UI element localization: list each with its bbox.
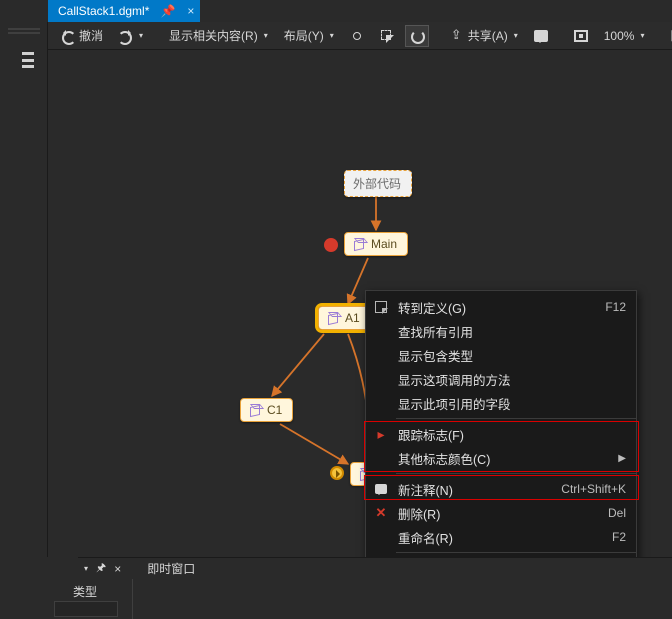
fit-icon: [574, 30, 588, 42]
zoom-value: 100%: [604, 29, 635, 43]
ctx-label: 显示包含类型: [398, 346, 626, 365]
submenu-arrow-icon: ▶: [618, 453, 626, 464]
node-main[interactable]: Main: [344, 232, 408, 256]
bottom-left-label: 类型: [60, 583, 110, 600]
current-frame-icon[interactable]: [330, 466, 344, 480]
selection-icon: [380, 29, 394, 43]
undo-label: 撤消: [79, 27, 103, 44]
chevron-down-icon: ▾: [640, 31, 644, 40]
undo-button[interactable]: 撤消: [56, 25, 108, 47]
chevron-down-icon[interactable]: ▾: [84, 564, 88, 573]
new-comment-button[interactable]: [529, 25, 553, 47]
ctx-label: 删除(R): [398, 504, 608, 523]
pin-icon[interactable]: 🖈: [96, 559, 106, 578]
toolbar-grip-icon: [8, 28, 40, 40]
close-icon[interactable]: ×: [187, 4, 194, 18]
bottom-search-slot[interactable]: [54, 601, 118, 617]
document-tab-title: CallStack1.dgml*: [58, 4, 149, 18]
chevron-down-icon: ▾: [514, 31, 518, 40]
selection-button[interactable]: [375, 25, 399, 47]
cube-icon: [249, 404, 261, 416]
node-a1[interactable]: A1: [318, 306, 371, 330]
chevron-down-icon: ▾: [264, 31, 268, 40]
ctx-label: 新注释(N): [398, 480, 561, 499]
ctx-label: 查找所有引用: [398, 322, 626, 341]
flag-icon: ▸: [373, 426, 389, 442]
share-dropdown[interactable]: 共享(A) ▾: [445, 25, 523, 47]
legend-button[interactable]: 图例(L): [665, 25, 672, 47]
ctx-delete[interactable]: ✕ 删除(R) Del: [366, 501, 636, 525]
show-related-label: 显示相关内容(R): [169, 27, 258, 44]
node-label: 外部代码: [353, 175, 401, 192]
zoom-combo[interactable]: 100% ▾: [599, 25, 650, 47]
refresh-toggle[interactable]: [405, 25, 429, 47]
node-label: A1: [345, 311, 360, 325]
ctx-label: 其他标志颜色(C): [398, 449, 618, 468]
ctx-label: 显示此项引用的字段: [398, 394, 626, 413]
ctx-new-comment[interactable]: 新注释(N) Ctrl+Shift+K: [366, 477, 636, 501]
layout-dropdown[interactable]: 布局(Y) ▾: [279, 25, 339, 47]
chevron-down-icon: ▾: [330, 31, 334, 40]
target-icon: [350, 29, 364, 43]
ctx-accel: F2: [612, 530, 626, 544]
document-tabstrip: CallStack1.dgml* 📌 ×: [0, 0, 672, 22]
breakpoint-icon[interactable]: [324, 238, 338, 252]
pin-icon[interactable]: 📌: [157, 4, 179, 18]
ctx-flag[interactable]: ▸ 跟踪标志(F): [366, 422, 636, 446]
layout-label: 布局(Y): [284, 27, 324, 44]
ctx-other-flag-color[interactable]: 其他标志颜色(C) ▶: [366, 446, 636, 470]
refresh-icon: [410, 29, 424, 43]
node-label: Main: [371, 237, 397, 251]
bottom-panel-titlebar[interactable]: ▾ 🖈 × 即时窗口: [78, 557, 672, 579]
tabstrip-left-spacer: [0, 0, 48, 22]
goto-definition-icon: [373, 299, 389, 315]
graph-toolbar: 撤消 ▾ 显示相关内容(R) ▾ 布局(Y) ▾ 共享(A) ▾ 100% ▾: [48, 22, 672, 50]
chevron-down-icon: ▾: [139, 31, 143, 40]
document-tab-callstack[interactable]: CallStack1.dgml* 📌 ×: [48, 0, 200, 22]
ctx-show-containing-type[interactable]: 显示包含类型: [366, 343, 636, 367]
ctx-accel: Del: [608, 506, 626, 520]
show-related-dropdown[interactable]: 显示相关内容(R) ▾: [164, 25, 273, 47]
bottom-panel: ▾ 🖈 × 即时窗口 类型: [0, 557, 672, 619]
ctx-separator: [396, 552, 636, 553]
edge-a1-c1: [272, 334, 324, 396]
ctx-label: 重命名(R): [398, 528, 612, 547]
ctx-accel: Ctrl+Shift+K: [561, 482, 626, 496]
bottom-panel-title: 即时窗口: [147, 560, 195, 577]
left-tool-well: [0, 22, 48, 557]
share-label: 共享(A): [468, 27, 508, 44]
ctx-label: 显示这项调用的方法: [398, 370, 626, 389]
ctx-separator: [396, 473, 636, 474]
cube-icon: [327, 312, 339, 324]
redo-split-button[interactable]: ▾: [114, 25, 148, 47]
ctx-separator: [396, 418, 636, 419]
fit-to-window-button[interactable]: [569, 25, 593, 47]
node-c1[interactable]: C1: [240, 398, 293, 422]
share-icon: [450, 29, 464, 43]
bottom-divider: [132, 579, 133, 619]
ctx-goto-definition[interactable]: 转到定义(G) F12: [366, 295, 636, 319]
edge-c1-b1: [280, 424, 348, 464]
cube-icon: [353, 238, 365, 250]
drag-handle-icon[interactable]: [22, 52, 34, 68]
ctx-find-all-refs[interactable]: 查找所有引用: [366, 319, 636, 343]
ctx-accel: F12: [605, 300, 626, 314]
target-button[interactable]: [345, 25, 369, 47]
note-icon: [534, 30, 548, 42]
close-icon[interactable]: ×: [114, 562, 121, 576]
note-icon: [373, 481, 389, 497]
ctx-show-called-methods[interactable]: 显示这项调用的方法: [366, 367, 636, 391]
ctx-label: 跟踪标志(F): [398, 425, 626, 444]
redo-icon: [119, 29, 133, 43]
ctx-show-referenced-fields[interactable]: 显示此项引用的字段: [366, 391, 636, 415]
ctx-rename[interactable]: 重命名(R) F2: [366, 525, 636, 549]
node-label: C1: [267, 403, 282, 417]
undo-icon: [61, 29, 75, 43]
node-external-code[interactable]: 外部代码: [344, 170, 412, 197]
delete-icon: ✕: [373, 505, 389, 521]
ctx-label: 转到定义(G): [398, 298, 605, 317]
